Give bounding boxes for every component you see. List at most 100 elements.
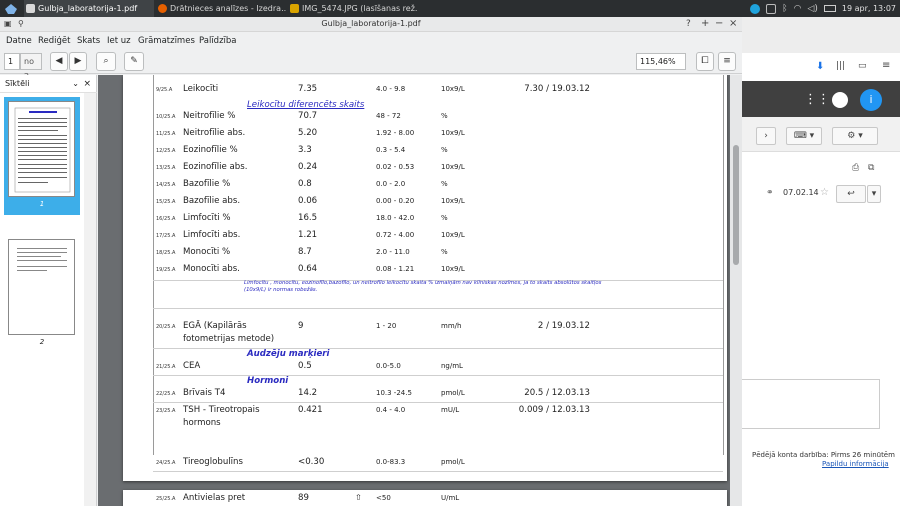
- image-icon: [290, 4, 299, 13]
- arrow-right-icon: ▶: [74, 56, 82, 66]
- pdf-viewer-window: ▣ ⚲ Gulbja_laboratorija-1.pdf ? + − × Da…: [0, 17, 742, 506]
- details-link[interactable]: Papildu informācija: [822, 460, 889, 468]
- fit-page-button[interactable]: ⧠: [696, 52, 714, 71]
- library-icon[interactable]: |||: [836, 61, 845, 71]
- clipboard-icon[interactable]: [766, 3, 777, 14]
- thumbnail-image-1: [8, 101, 75, 197]
- page-number-input[interactable]: 1: [4, 53, 20, 70]
- help-icon[interactable]: ?: [686, 18, 691, 30]
- toolbar: 1 no 2 ◀ ▶ ⌕ ✎ 115,46% ⧠ ≡: [0, 50, 742, 81]
- document-view: 9/25.A Leikocīti 7.35 4.0 - 9.8 10x9/L 7…: [98, 75, 742, 506]
- reply-box[interactable]: [740, 379, 880, 429]
- thumbnail-page-2[interactable]: 2: [4, 235, 80, 353]
- annotate-button[interactable]: ✎: [124, 52, 144, 71]
- menu-icon[interactable]: ≡: [882, 60, 890, 71]
- maximize-icon[interactable]: −: [715, 18, 723, 30]
- thumbnail-page-1[interactable]: 1: [4, 97, 80, 215]
- minimize-icon[interactable]: +: [701, 18, 709, 30]
- thumbnail-number-2: 2: [39, 338, 45, 346]
- skype-icon[interactable]: [750, 3, 761, 14]
- more-options-button[interactable]: ▾: [867, 185, 881, 203]
- scrollbar-thumb[interactable]: [733, 145, 739, 265]
- table-row: 16/25.A Limfocīti % 16.5 18.0 - 42.0 %: [156, 213, 448, 223]
- table-row: 15/25.A Bazofīlie abs. 0.06 0.00 - 0.20 …: [156, 196, 465, 206]
- taskbar-item-image[interactable]: IMG_5474.JPG (lasīšanas rež...: [288, 0, 418, 17]
- divider: [153, 402, 723, 403]
- page-count-label: no 2: [20, 53, 42, 81]
- pdf-page-2: 25/25.A Antivielas pret 89 ⇧ <50 U/mL: [123, 490, 727, 506]
- table-row: 23/25.A TSH - Tireotropais hormons 0.421…: [156, 405, 590, 428]
- new-window-icon[interactable]: ⧉: [868, 163, 874, 173]
- table-row: 12/25.A Eozinofīlie % 3.3 0.3 - 5.4 %: [156, 145, 448, 155]
- thumbnail-number-1: 1: [39, 200, 45, 208]
- taskbar: Gulbja_laboratorija-1.pdf Drātnieces ana…: [0, 0, 900, 17]
- attachment-icon: ⚭: [766, 188, 774, 198]
- reply-button[interactable]: ↩: [836, 185, 866, 203]
- account-avatar[interactable]: i: [860, 89, 882, 111]
- table-row: 14/25.A Bazofīlie % 0.8 0.0 - 2.0 %: [156, 179, 448, 189]
- thumbnails-title: Sīktēli: [5, 79, 30, 88]
- divider: [153, 375, 723, 376]
- next-page-button[interactable]: ▶: [69, 52, 87, 71]
- hamburger-menu-button[interactable]: ≡: [718, 52, 736, 71]
- footnote: Limfocītu , monocītu, eozinofīlo,bazofīl…: [244, 280, 602, 293]
- pdf-page-1: 9/25.A Leikocīti 7.35 4.0 - 9.8 10x9/L 7…: [123, 75, 727, 481]
- print-icon[interactable]: ⎙: [852, 163, 859, 173]
- last-activity-text: Pēdējā konta darbība: Pirms 26 minūtēm: [752, 451, 895, 459]
- clock[interactable]: 19 apr, 13:07: [842, 4, 896, 13]
- menu-datne[interactable]: Datne: [6, 36, 32, 46]
- wifi-icon[interactable]: ◠: [794, 4, 802, 14]
- menu-icon: ≡: [723, 56, 731, 66]
- table-row: 19/25.A Monocīti abs. 0.64 0.08 - 1.21 1…: [156, 264, 465, 274]
- search-icon: ⌕: [103, 56, 109, 66]
- bluetooth-icon[interactable]: ᛒ: [782, 4, 787, 14]
- apps-grid-icon[interactable]: ⋮⋮: [804, 92, 830, 107]
- battery-icon[interactable]: [823, 5, 836, 12]
- thumbnails-scrollbar[interactable]: [84, 93, 96, 506]
- keyboard-icon[interactable]: ⌨ ▾: [786, 127, 822, 145]
- close-icon[interactable]: ×: [729, 18, 737, 30]
- table-row: 10/25.A Neitrofīlie % 70.7 48 - 72 %: [156, 111, 448, 121]
- taskbar-item-firefox[interactable]: Drātnieces analīzes - Izedra...: [156, 0, 286, 17]
- thumbnail-image-2: [8, 239, 75, 335]
- menu-bar: Datne Rediģēt Skats Iet uz Grāmatzīmes P…: [0, 32, 742, 50]
- pdf-icon: [26, 4, 35, 13]
- app-launcher-icon[interactable]: [0, 0, 20, 17]
- system-tray: ᛒ ◠ ◁) 19 apr, 13:07: [750, 0, 900, 17]
- high-flag-icon: ⇧: [355, 493, 362, 502]
- table-row: 22/25.A Brīvais T4 14.2 10.3 -24.5 pmol/…: [156, 388, 590, 398]
- section-hormones: Hormoni: [247, 376, 289, 386]
- taskbar-item-okular[interactable]: Gulbja_laboratorija-1.pdf: [24, 0, 154, 17]
- zoom-select[interactable]: 115,46%: [636, 53, 686, 70]
- pencil-icon: ✎: [130, 56, 138, 66]
- notifications-icon[interactable]: [832, 92, 848, 108]
- table-row: 9/25.A Leikocīti 7.35 4.0 - 9.8 10x9/L 7…: [156, 84, 590, 94]
- mail-toolbar: › ⌨ ▾ ⚙ ▾: [740, 117, 900, 152]
- thumbnail-preview-1: [14, 107, 71, 193]
- table-row: 11/25.A Neitrofīlie abs. 5.20 1.92 - 8.0…: [156, 128, 465, 138]
- previous-page-button[interactable]: ◀: [50, 52, 68, 71]
- settings-gear-icon[interactable]: ⚙ ▾: [832, 127, 878, 145]
- menu-skats[interactable]: Skats: [77, 36, 100, 46]
- menu-rediget[interactable]: Rediģēt: [38, 36, 70, 46]
- star-icon[interactable]: ☆: [820, 187, 829, 198]
- volume-icon[interactable]: ◁): [807, 4, 817, 14]
- sidebar-icon[interactable]: ▭: [858, 61, 867, 71]
- close-panel-icon[interactable]: ×: [83, 75, 91, 93]
- float-panel-icon[interactable]: ⌄: [72, 75, 79, 93]
- table-row: 21/25.A CEA 0.5 0.0-5.0 ng/mL: [156, 361, 463, 371]
- browser-toolbar: ⬇ ||| ▭ ≡: [740, 17, 900, 72]
- divider: [153, 471, 723, 472]
- background-browser: ⬇ ||| ▭ ≡ ⋮⋮ i › ⌨ ▾ ⚙ ▾ ⎙ ⧉ ⚭ 07.02.14 …: [740, 17, 900, 506]
- menu-iet-uz[interactable]: Iet uz: [107, 36, 131, 46]
- next-button[interactable]: ›: [756, 127, 776, 145]
- section-leukocyte-diff: Leikocītu diferencēts skaits: [247, 100, 365, 110]
- menu-palidziba[interactable]: Palīdzība: [199, 36, 237, 46]
- download-icon[interactable]: ⬇: [816, 61, 824, 72]
- document-scrollbar[interactable]: [730, 75, 742, 506]
- menu-gramatzimes[interactable]: Grāmatzīmes: [138, 36, 195, 46]
- table-row: 25/25.A Antivielas pret 89 ⇧ <50 U/mL: [156, 493, 460, 503]
- thumbnail-preview-2: [17, 248, 67, 271]
- search-button[interactable]: ⌕: [96, 52, 116, 71]
- table-row: 20/25.A EGĀ (Kapilārās fotometrijas meto…: [156, 321, 590, 344]
